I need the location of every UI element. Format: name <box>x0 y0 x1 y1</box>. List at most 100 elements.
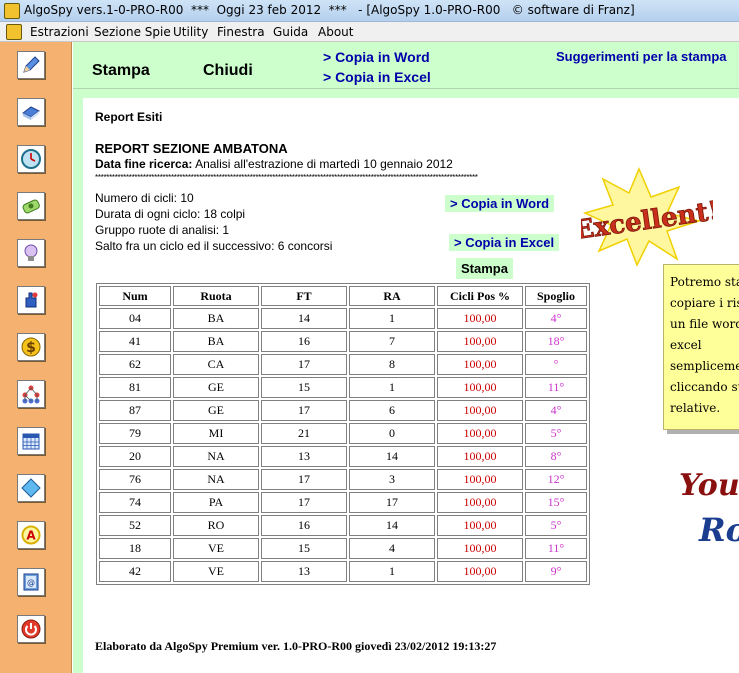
cell-spoglio: 15° <box>525 492 587 513</box>
cell-cicli-pos: 100,00 <box>437 377 523 398</box>
rock-text: Rock <box>698 511 739 549</box>
menu-finestra[interactable]: Finestra <box>217 25 265 39</box>
diamond-icon[interactable] <box>17 474 45 502</box>
table-row: 87 GE 17 6 100,00 4° <box>99 400 587 421</box>
table-row: 74 PA 17 17 100,00 15° <box>99 492 587 513</box>
table-row: 42 VE 13 1 100,00 9° <box>99 561 587 582</box>
cell-ra: 1 <box>349 308 435 329</box>
cell-ra: 1 <box>349 377 435 398</box>
cell-ft: 17 <box>261 354 347 375</box>
excellent-badge: Excellent! <box>581 167 713 267</box>
table-row: 76 NA 17 3 100,00 12° <box>99 469 587 490</box>
cell-spoglio: 5° <box>525 423 587 444</box>
copia-word-button[interactable]: > Copia in Word <box>445 195 555 212</box>
clock-icon[interactable] <box>17 145 45 173</box>
cell-spoglio: 4° <box>525 308 587 329</box>
menu-guida[interactable]: Guida <box>273 25 308 39</box>
cell-num: 62 <box>99 354 171 375</box>
you-rock-badge: You Rock <box>679 468 739 549</box>
cell-ft: 16 <box>261 515 347 536</box>
suggerimento-note: Potremo stampare e copiare i risultati i… <box>663 264 739 430</box>
cell-cicli-pos: 100,00 <box>437 400 523 421</box>
table-body: 04 BA 14 1 100,00 4° 41 BA 16 7 100,00 18° 62 CA 17 8 10… <box>99 308 587 582</box>
results-table: Num Ruota FT RA Cicli Pos % Spoglio 04 BA… <box>96 283 590 585</box>
info-salto: Salto fra un ciclo ed il successivo: 6 c… <box>95 239 333 253</box>
cell-ruota: NA <box>173 469 259 490</box>
info-gruppo: Gruppo ruote di analisi: 1 <box>95 223 230 237</box>
header-ft: FT <box>261 286 347 306</box>
table-row: 41 BA 16 7 100,00 18° <box>99 331 587 352</box>
lightbulb-icon[interactable] <box>17 239 45 267</box>
cell-ra: 3 <box>349 469 435 490</box>
book-icon[interactable] <box>17 98 45 126</box>
cell-num: 42 <box>99 561 171 582</box>
menu-estrazioni[interactable]: Estrazioni <box>30 25 89 39</box>
data-fine-value: Analisi all'estrazione di martedì 10 gen… <box>192 157 453 171</box>
copia-excel-button[interactable]: > Copia in Excel <box>449 234 560 251</box>
cell-ruota: VE <box>173 538 259 559</box>
copia-excel-link[interactable]: > Copia in Excel <box>323 69 431 85</box>
app-icon <box>4 3 20 19</box>
header-spoglio: Spoglio <box>525 286 587 306</box>
cell-ruota: NA <box>173 446 259 467</box>
cell-ra: 7 <box>349 331 435 352</box>
cell-num: 76 <box>99 469 171 490</box>
cell-cicli-pos: 100,00 <box>437 331 523 352</box>
cell-ft: 16 <box>261 331 347 352</box>
suggerimenti-link[interactable]: Suggerimenti per la stampa <box>556 49 727 64</box>
cell-spoglio: 9° <box>525 561 587 582</box>
menu-about[interactable]: About <box>318 25 353 39</box>
cell-ft: 17 <box>261 400 347 421</box>
sidebar: $ A @ <box>0 42 72 673</box>
hand-icon[interactable] <box>17 286 45 314</box>
address-book-icon[interactable]: @ <box>17 568 45 596</box>
cell-spoglio: 4° <box>525 400 587 421</box>
cell-ruota: MI <box>173 423 259 444</box>
table-row: 20 NA 13 14 100,00 8° <box>99 446 587 467</box>
cell-ruota: GE <box>173 400 259 421</box>
info-durata: Durata di ogni ciclo: 18 colpi <box>95 207 246 221</box>
menu-sezione-spie[interactable]: Sezione Spie <box>94 25 171 39</box>
chiudi-button[interactable]: Chiudi <box>203 62 253 80</box>
pencil-icon[interactable] <box>17 51 45 79</box>
cell-spoglio: ° <box>525 354 587 375</box>
cell-num: 52 <box>99 515 171 536</box>
letter-a-icon[interactable]: A <box>17 521 45 549</box>
document-menu-icon[interactable] <box>6 24 22 40</box>
calendar-icon[interactable] <box>17 427 45 455</box>
banknote-icon[interactable] <box>17 192 45 220</box>
cell-num: 04 <box>99 308 171 329</box>
table-row: 52 RO 16 14 100,00 5° <box>99 515 587 536</box>
cell-ruota: BA <box>173 331 259 352</box>
stampa-button[interactable]: Stampa <box>92 62 150 80</box>
cell-num: 81 <box>99 377 171 398</box>
network-icon[interactable] <box>17 380 45 408</box>
cell-cicli-pos: 100,00 <box>437 446 523 467</box>
dollar-icon[interactable]: $ <box>17 333 45 361</box>
cell-spoglio: 11° <box>525 538 587 559</box>
report-panel: Report Esiti REPORT SEZIONE AMBATONA Dat… <box>73 89 739 673</box>
copia-word-link[interactable]: > Copia in Word <box>323 49 430 65</box>
svg-text:@: @ <box>27 578 35 587</box>
cell-spoglio: 18° <box>525 331 587 352</box>
info-cicli: Numero di cicli: 10 <box>95 191 194 205</box>
data-fine-label: Data fine ricerca: <box>95 157 193 171</box>
table-row: 79 MI 21 0 100,00 5° <box>99 423 587 444</box>
cell-spoglio: 12° <box>525 469 587 490</box>
cell-cicli-pos: 100,00 <box>437 492 523 513</box>
section-title: REPORT SEZIONE AMBATONA <box>95 141 288 156</box>
cell-cicli-pos: 100,00 <box>437 538 523 559</box>
cell-ruota: VE <box>173 561 259 582</box>
menu-utility[interactable]: Utility <box>173 25 208 39</box>
report-footer: Elaborato da AlgoSpy Premium ver. 1.0-PR… <box>95 639 497 653</box>
cell-cicli-pos: 100,00 <box>437 308 523 329</box>
cell-ruota: CA <box>173 354 259 375</box>
stampa-report-button[interactable]: Stampa <box>456 258 513 279</box>
cell-ruota: RO <box>173 515 259 536</box>
cell-cicli-pos: 100,00 <box>437 515 523 536</box>
separator-stars: ****************************************… <box>95 173 478 182</box>
cell-ruota: BA <box>173 308 259 329</box>
cell-ft: 15 <box>261 538 347 559</box>
cell-ft: 14 <box>261 308 347 329</box>
power-icon[interactable] <box>17 615 45 643</box>
